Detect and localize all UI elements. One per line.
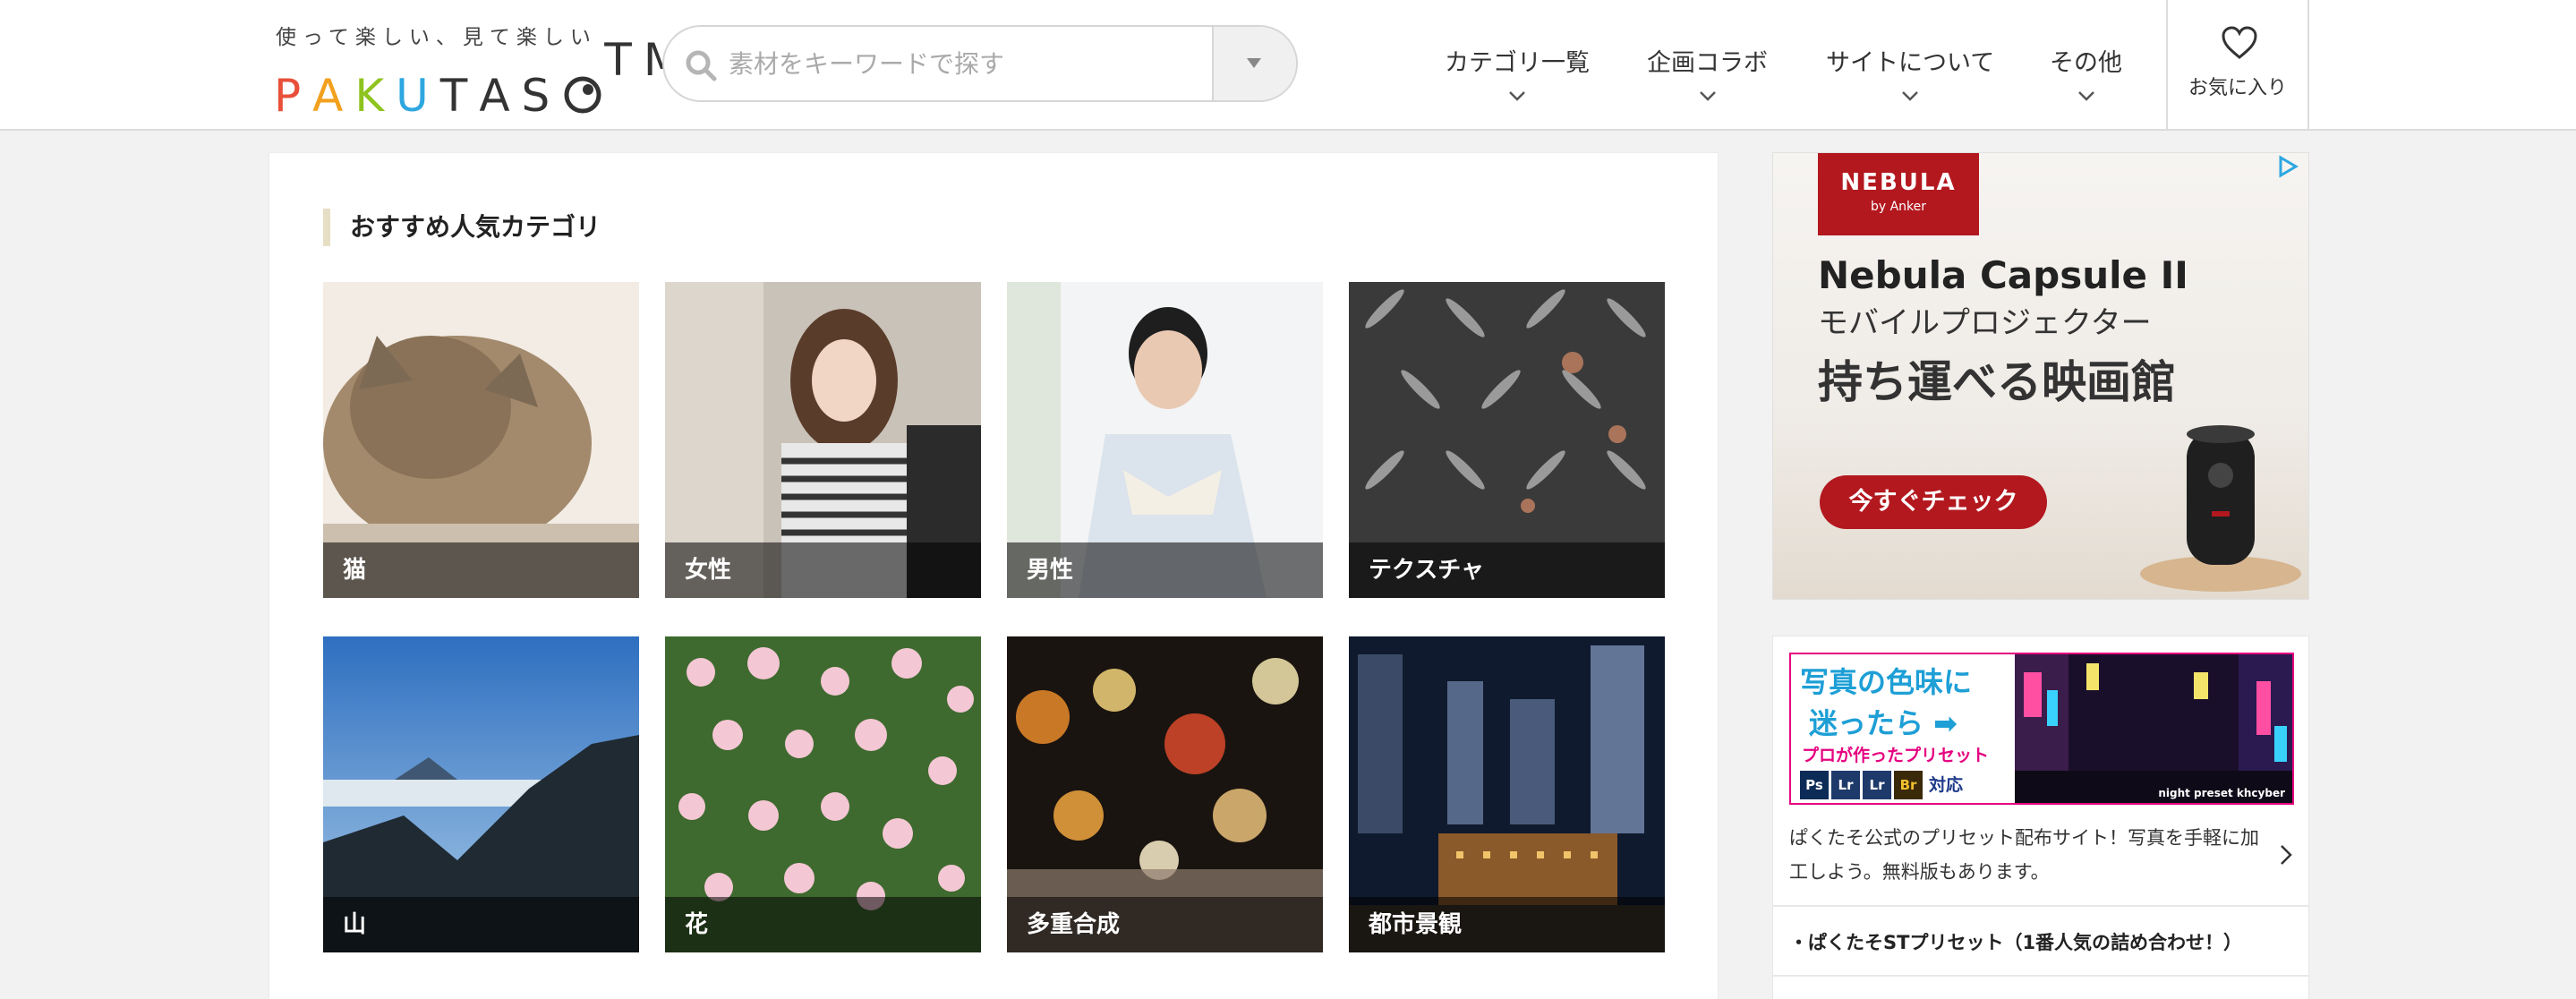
main-content: おすすめ人気カテゴリ 猫 女性 男性 テクスチャ 山 花 多重合成 都市景観 [269,152,1719,999]
search-options-dropdown[interactable] [1212,27,1296,100]
category-tile-flower[interactable]: 花 [665,636,981,952]
search-bar [662,25,1298,102]
search-icon[interactable] [684,48,718,82]
bridge-icon: Br [1894,771,1923,799]
night-street-photo [2015,654,2292,803]
category-tile-texture[interactable]: テクスチャ [1349,282,1665,598]
ad-brand-sub: by Anker [1870,200,1927,214]
preset-card: 写真の色味に 迷ったら ➡ プロが作ったプリセット Ps Lr Lr Br 対応… [1772,636,2309,999]
category-label: 猫 [323,542,639,598]
divider [1773,905,2308,907]
supported-label: 対応 [1929,775,1964,795]
banner-text-area: 写真の色味に 迷ったら ➡ プロが作ったプリセット Ps Lr Lr Br 対応 [1791,654,2015,803]
chevron-down-icon [1902,91,1918,101]
lightroom-icon: Lr [1831,771,1860,799]
chevron-down-icon [1509,91,1525,101]
ad-headline: Nebula Capsule II [1818,253,2188,297]
ad-brand-box: NEBULA by Anker [1818,153,1979,235]
heart-icon [2222,26,2257,59]
favorites-label: お気に入り [2188,77,2287,99]
category-label: テクスチャ [1349,542,1665,598]
lightroom-classic-icon: Lr [1863,771,1891,799]
category-label: 多重合成 [1007,897,1323,952]
chevron-down-icon [2077,91,2094,101]
banner-caption: night preset khcyber [2158,787,2285,799]
category-tile-man[interactable]: 男性 [1007,282,1323,598]
category-label: 山 [323,897,639,952]
chevron-right-icon[interactable] [2280,844,2292,866]
category-label: 男性 [1007,542,1323,598]
category-tile-woman[interactable]: 女性 [665,282,981,598]
section-title: おすすめ人気カテゴリ [323,209,601,246]
logo-lens-icon [564,76,601,114]
photoshop-icon: Ps [1800,771,1829,799]
logo-tagline: 使って楽しい、見て楽しい [276,26,597,49]
category-tile-cityscape[interactable]: 都市景観 [1349,636,1665,952]
nav-label: カテゴリ一覧 [1445,49,1590,77]
projector-image [2140,425,2301,592]
nav-other[interactable]: その他 [2050,43,2122,101]
category-tile-cat[interactable]: 猫 [323,282,639,598]
category-label: 花 [665,897,981,952]
ad-tagline: 持ち運べる映画館 [1818,356,2176,408]
nav-category-list[interactable]: カテゴリ一覧 [1445,43,1590,101]
banner-line-3: プロが作ったプリセット [1802,746,1990,765]
banner-line-2: 迷ったら ➡ [1809,706,1958,740]
chevron-down-icon [1699,91,1716,101]
category-label: 女性 [665,542,981,598]
preset-link-st[interactable]: ・ぱくたそSTプリセット（1番人気の詰め合わせ！） [1789,928,2242,955]
category-tile-multiple-exposure[interactable]: 多重合成 [1007,636,1323,952]
ad-subhead: モバイルプロジェクター [1818,305,2152,341]
nav-label: 企画コラボ [1647,49,1768,77]
logo-wordmark: PAKUTAS TM [274,34,694,122]
site-header: 使って楽しい、見て楽しい PAKUTAS TM カテゴリ一覧 企画コラボ サイト… [0,0,2576,131]
preset-banner[interactable]: 写真の色味に 迷ったら ➡ プロが作ったプリセット Ps Lr Lr Br 対応… [1789,653,2294,805]
site-logo[interactable]: 使って楽しい、見て楽しい PAKUTAS TM [274,20,682,118]
category-label: 都市景観 [1349,897,1665,952]
divider [1773,975,2308,977]
banner-line-1: 写真の色味に [1800,665,1973,699]
adchoices-icon[interactable] [2276,155,2299,178]
caret-down-icon [1247,58,1261,68]
search-input[interactable] [729,27,1194,100]
nav-label: サイトについて [1826,49,1995,77]
sidebar-advertisement[interactable]: NEBULA by Anker Nebula Capsule II モバイルプロ… [1772,152,2309,600]
preset-description[interactable]: ぱくたそ公式のプリセット配布サイト！写真を手軽に加工しよう。無料版もあります。 [1789,821,2264,889]
category-tile-mountain[interactable]: 山 [323,636,639,952]
ad-cta-button[interactable]: 今すぐチェック [1820,475,2047,529]
ad-brand: NEBULA [1840,169,1957,196]
nav-collab[interactable]: 企画コラボ [1647,43,1768,101]
nav-about[interactable]: サイトについて [1826,43,1994,101]
favorites-button[interactable]: お気に入り [2166,0,2309,131]
nav-label: その他 [2050,49,2122,77]
app-badges: Ps Lr Lr Br 対応 [1800,771,1963,799]
